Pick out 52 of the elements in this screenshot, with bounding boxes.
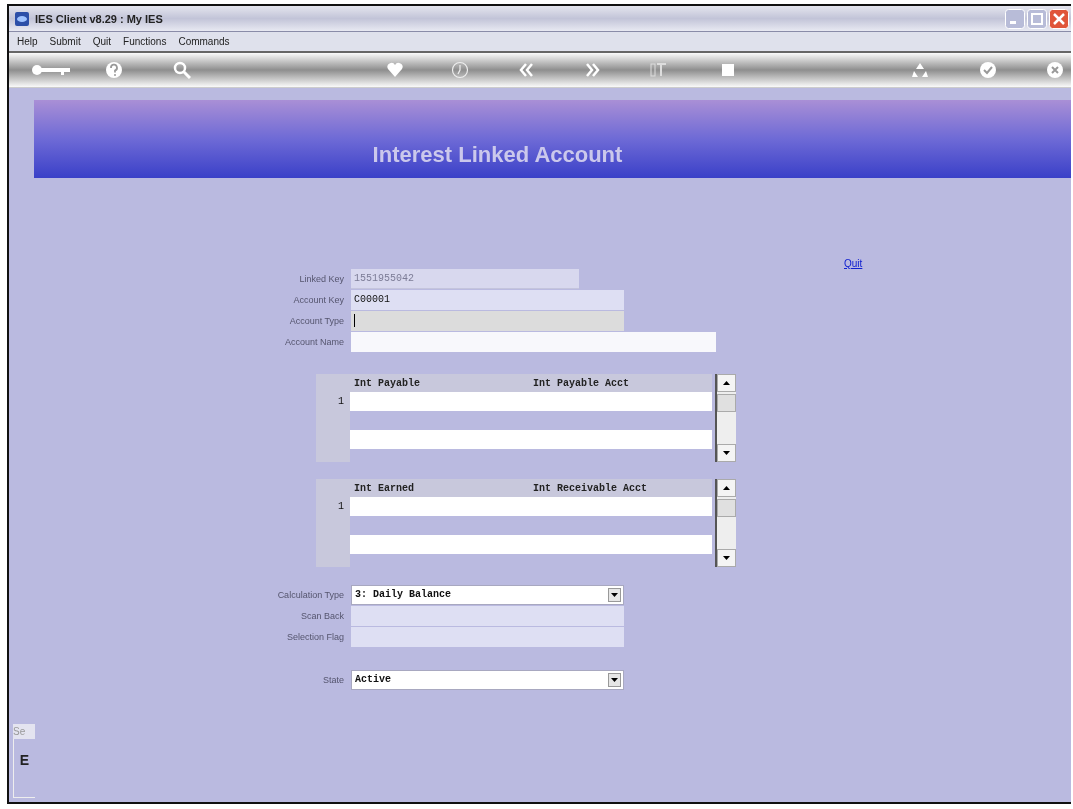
window-title: IES Client v8.29 : My IES	[35, 12, 163, 25]
input-field[interactable]	[351, 310, 624, 331]
scroll-down-icon[interactable]	[717, 444, 736, 462]
scroll-up-icon[interactable]	[717, 479, 736, 497]
scrollbar[interactable]	[715, 479, 736, 567]
field-label: Account Type	[288, 315, 345, 326]
dropdown[interactable]: 3: Daily Balance	[351, 584, 624, 605]
menu-item[interactable]: Quit	[92, 36, 112, 47]
square-icon[interactable]	[719, 61, 737, 79]
check-icon[interactable]	[979, 61, 997, 79]
help-icon[interactable]	[105, 61, 123, 79]
page-title: Interest Linked Account	[372, 142, 623, 168]
field-label: State	[322, 674, 345, 685]
field-label: Scan Back	[299, 610, 345, 621]
clock-icon[interactable]	[451, 61, 469, 79]
input-field[interactable]	[351, 331, 716, 352]
scroll-down-icon[interactable]	[717, 549, 736, 567]
heart-icon[interactable]	[386, 61, 404, 79]
field-label: Selection Flag	[285, 631, 345, 642]
column-header: Int Earned	[354, 482, 415, 494]
forward-icon[interactable]	[584, 61, 602, 79]
text-cursor-icon[interactable]	[649, 61, 667, 79]
dropdown[interactable]: Active	[351, 669, 624, 690]
menu-item[interactable]: Commands	[178, 36, 230, 47]
scroll-thumb[interactable]	[717, 499, 736, 517]
field-label: Account Name	[283, 336, 345, 347]
scroll-thumb[interactable]	[717, 394, 736, 412]
menu-item[interactable]: Help	[17, 36, 38, 47]
panel-label: E	[19, 753, 30, 770]
column-header: Int Payable	[354, 377, 421, 389]
close-button[interactable]	[1049, 8, 1069, 29]
input-field[interactable]: C00001	[351, 289, 624, 310]
quit-link[interactable]: Quit	[844, 258, 863, 269]
cancel-icon[interactable]	[1046, 61, 1064, 79]
search-icon[interactable]	[173, 61, 191, 79]
row-number: 1	[337, 500, 345, 514]
field-label: Calculation Type	[276, 589, 345, 600]
field-label: Account Key	[292, 294, 345, 305]
column-header: Int Receivable Acct	[533, 482, 649, 494]
input-field[interactable]	[351, 626, 624, 647]
app-icon	[15, 11, 29, 26]
scroll-up-icon[interactable]	[717, 374, 736, 392]
maximize-button[interactable]	[1027, 8, 1047, 29]
rewind-icon[interactable]	[517, 61, 535, 79]
row-number: 1	[337, 395, 345, 409]
scrollbar[interactable]	[715, 374, 736, 462]
input-field[interactable]	[351, 605, 624, 626]
menu-item[interactable]: Submit	[49, 36, 81, 47]
menu-item[interactable]: Functions	[123, 36, 167, 47]
field-label: Linked Key	[298, 273, 345, 284]
minimize-button[interactable]	[1005, 8, 1025, 29]
column-header: Int Payable Acct	[533, 377, 630, 389]
